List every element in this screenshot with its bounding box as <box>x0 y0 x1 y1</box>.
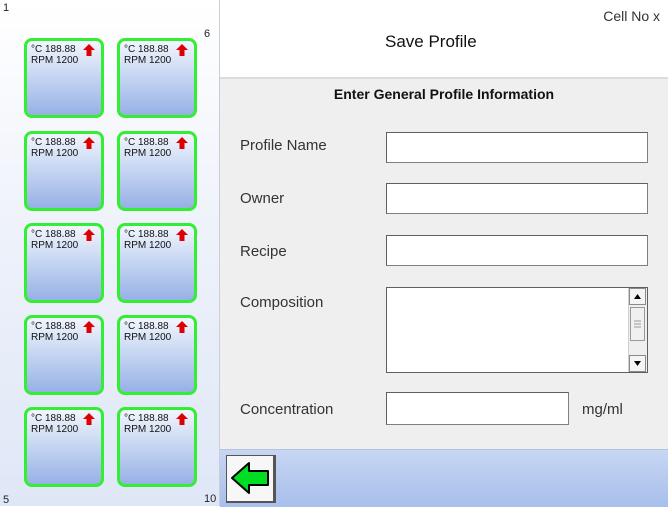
cell-temperature: °C 188.88 <box>124 44 169 55</box>
cell-tile-5[interactable]: °C 188.88 RPM 1200 <box>24 407 104 487</box>
green-left-arrow-icon <box>231 462 269 494</box>
form-heading: Enter General Profile Information <box>333 86 555 102</box>
cell-tile-8[interactable]: °C 188.88 RPM 1200 <box>117 223 197 303</box>
concentration-input[interactable] <box>386 392 569 425</box>
cell-rpm: RPM 1200 <box>124 148 172 159</box>
up-arrow-icon <box>83 413 95 425</box>
scroll-thumb[interactable] <box>630 307 645 341</box>
cell-temperature: °C 188.88 <box>31 229 76 240</box>
composition-textarea[interactable] <box>387 288 629 372</box>
up-arrow-icon <box>83 137 95 149</box>
up-arrow-icon <box>83 229 95 241</box>
corner-label-5: 5 <box>3 494 10 506</box>
up-arrow-icon <box>176 321 188 333</box>
cell-tile-1[interactable]: °C 188.88 RPM 1200 <box>24 38 104 118</box>
cell-rpm: RPM 1200 <box>31 240 79 251</box>
up-arrow-icon <box>176 44 188 56</box>
page-title: Save Profile <box>385 32 477 51</box>
cell-rpm: RPM 1200 <box>31 148 79 159</box>
cell-tile-4[interactable]: °C 188.88 RPM 1200 <box>24 315 104 395</box>
cell-rpm: RPM 1200 <box>31 55 79 66</box>
cell-temperature: °C 188.88 <box>31 413 76 424</box>
cell-temperature: °C 188.88 <box>124 137 169 148</box>
cell-temperature: °C 188.88 <box>31 321 76 332</box>
owner-label: Owner <box>240 190 285 207</box>
cell-temperature: °C 188.88 <box>124 321 169 332</box>
composition-textarea-box <box>386 287 648 373</box>
corner-label-1: 1 <box>3 2 10 14</box>
corner-label-10: 10 <box>204 493 217 505</box>
up-arrow-icon <box>176 229 188 241</box>
scroll-thumb-grip-icon <box>634 320 641 328</box>
cell-tile-2[interactable]: °C 188.88 RPM 1200 <box>24 131 104 211</box>
concentration-unit-label: mg/ml <box>582 401 623 418</box>
cell-tile-9[interactable]: °C 188.88 RPM 1200 <box>117 315 197 395</box>
cell-temperature: °C 188.88 <box>124 413 169 424</box>
bottom-toolbar <box>220 449 668 507</box>
corner-label-6: 6 <box>204 28 211 40</box>
cell-temperature: °C 188.88 <box>31 44 76 55</box>
up-arrow-icon <box>83 44 95 56</box>
owner-input[interactable] <box>386 183 648 214</box>
cell-rpm: RPM 1200 <box>124 424 172 435</box>
cell-rpm: RPM 1200 <box>31 424 79 435</box>
cell-temperature: °C 188.88 <box>31 137 76 148</box>
cell-rpm: RPM 1200 <box>124 332 172 343</box>
up-arrow-icon <box>176 413 188 425</box>
recipe-input[interactable] <box>386 235 648 266</box>
up-arrow-icon <box>176 137 188 149</box>
recipe-label: Recipe <box>240 243 287 260</box>
profile-name-label: Profile Name <box>240 137 327 154</box>
scroll-up-icon <box>634 294 641 299</box>
cell-tile-6[interactable]: °C 188.88 RPM 1200 <box>117 38 197 118</box>
composition-scrollbar[interactable] <box>628 288 647 372</box>
profile-form: Enter General Profile Information Profil… <box>220 77 668 449</box>
concentration-label: Concentration <box>240 401 334 418</box>
up-arrow-icon <box>83 321 95 333</box>
composition-label: Composition <box>240 294 324 311</box>
cell-tile-7[interactable]: °C 188.88 RPM 1200 <box>117 131 197 211</box>
scroll-down-button[interactable] <box>629 355 646 372</box>
cell-rpm: RPM 1200 <box>31 332 79 343</box>
cell-rpm: RPM 1200 <box>124 240 172 251</box>
cell-grid: 1 6 5 10 °C 188.88 RPM 1200 °C 188.88 RPM 1… <box>0 0 220 506</box>
cell-temperature: °C 188.88 <box>124 229 169 240</box>
cell-rpm: RPM 1200 <box>124 55 172 66</box>
back-button[interactable] <box>226 455 276 503</box>
scroll-down-icon <box>634 361 641 366</box>
scroll-up-button[interactable] <box>629 288 646 305</box>
cell-tile-10[interactable]: °C 188.88 RPM 1200 <box>117 407 197 487</box>
cell-tile-3[interactable]: °C 188.88 RPM 1200 <box>24 223 104 303</box>
profile-name-input[interactable] <box>386 132 648 163</box>
cell-number-label: Cell No x <box>603 8 660 24</box>
